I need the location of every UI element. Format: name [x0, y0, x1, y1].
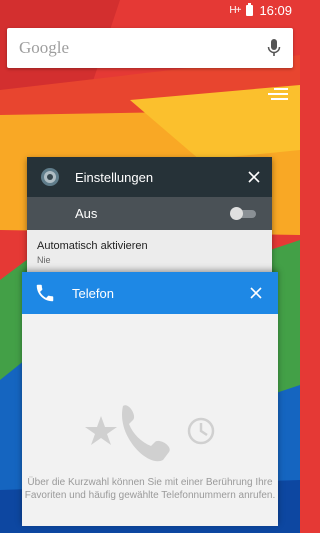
close-icon[interactable] [250, 287, 262, 299]
phone-icon [36, 284, 54, 302]
settings-card-header: Einstellungen [27, 157, 272, 197]
settings-toggle-row[interactable]: Aus [27, 197, 272, 230]
settings-gear-icon [41, 168, 59, 186]
recents-menu-icon[interactable] [268, 88, 288, 102]
speed-dial-illustration [85, 405, 215, 462]
settings-list-item[interactable]: Automatisch aktivieren Nie [27, 230, 272, 265]
settings-card-title: Einstellungen [75, 169, 154, 185]
recent-card-settings[interactable]: Einstellungen Aus Automatisch aktivieren… [27, 157, 272, 287]
status-time: 16:09 [259, 2, 292, 18]
google-search-bar[interactable]: Google [7, 28, 293, 68]
speed-dial-description: Über die Kurzwahl können Sie mit einer B… [24, 477, 276, 501]
microphone-icon[interactable] [267, 39, 281, 57]
settings-row-title: Automatisch aktivieren [37, 240, 148, 252]
toggle-label: Aus [75, 206, 98, 221]
phone-card-title: Telefon [72, 285, 114, 301]
google-logo: Google [19, 38, 70, 57]
battery-icon [246, 2, 254, 16]
phone-card-header: Telefon [22, 272, 278, 314]
settings-row-subtitle: Nie [37, 255, 51, 265]
close-icon[interactable] [248, 171, 260, 183]
status-bar: H+ 16:09 [0, 0, 300, 20]
toggle-switch[interactable] [230, 206, 256, 220]
recent-card-phone[interactable]: Telefon Über die Kurzwahl können Sie mit… [22, 272, 278, 526]
signal-icon: H+ [229, 4, 241, 16]
